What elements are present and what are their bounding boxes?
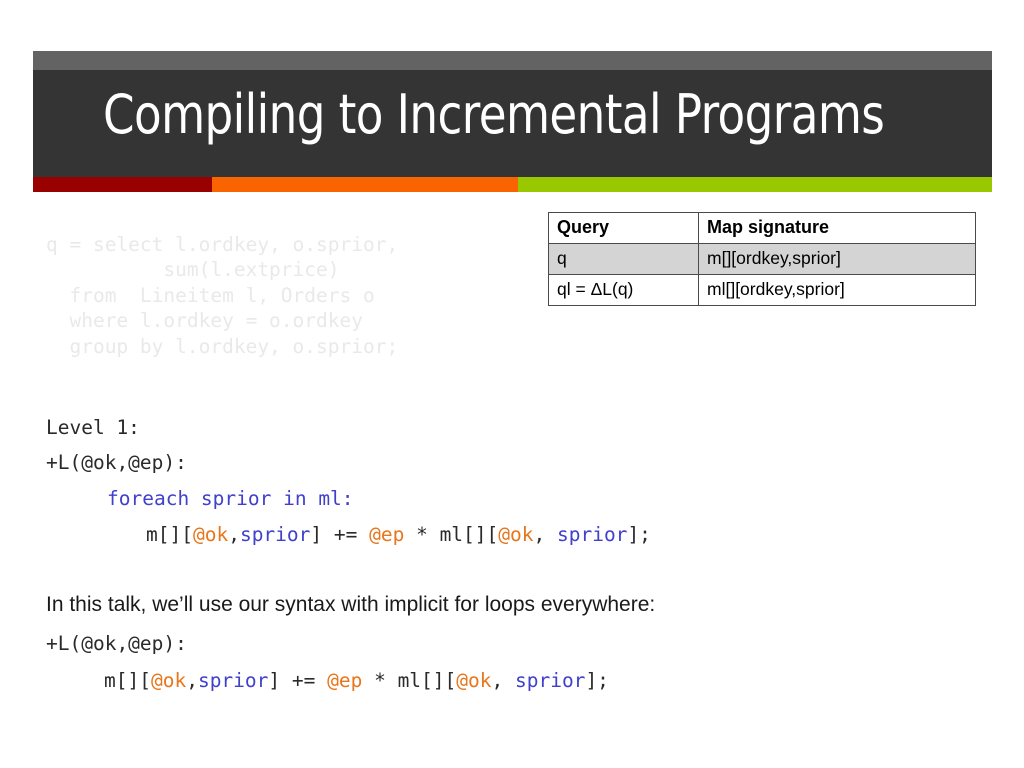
level-label: Level 1:: [46, 416, 140, 439]
table-cell-signature: ml[][ordkey,sprior]: [698, 274, 976, 306]
code-token-at-ep: @ep: [369, 523, 405, 546]
code-token: ,: [186, 669, 198, 692]
table-cell-signature: m[][ordkey,sprior]: [698, 243, 976, 275]
code-token: ] +=: [310, 523, 370, 546]
trigger-signature-explicit: +L(@ok,@ep):: [46, 451, 187, 474]
code-token-sprior: sprior: [197, 669, 269, 692]
foreach-statement: foreach sprior in ml:: [107, 489, 354, 509]
code-token: ];: [585, 669, 609, 692]
table-header-map-signature: Map signature: [698, 212, 976, 244]
foreach-statement-text: foreach sprior in ml:: [107, 487, 354, 510]
accent-bar-orange: [212, 177, 518, 192]
table-row: ql = ΔL(q) ml[][ordkey,sprior]: [548, 274, 976, 306]
code-token-at-ok: @ok: [150, 669, 187, 692]
table-header-query: Query: [548, 212, 699, 244]
sql-query-block: q = select l.ordkey, o.sprior, sum(l.ext…: [46, 232, 399, 358]
code-token: m[][: [104, 669, 151, 692]
code-token: ,: [491, 669, 515, 692]
page-title: Compiling to Incremental Programs: [103, 83, 885, 146]
code-token: ] +=: [268, 669, 328, 692]
banner-top-strip: [33, 51, 992, 70]
code-token: ,: [228, 523, 240, 546]
code-token-at-ok: @ok: [498, 523, 534, 546]
code-token: * ml[][: [362, 669, 457, 692]
code-token: ];: [627, 523, 651, 546]
intro-paragraph: In this talk, we’ll use our syntax with …: [46, 593, 656, 616]
table-cell-query: ql = ΔL(q): [548, 274, 699, 306]
code-token: ,: [533, 523, 557, 546]
code-token-at-ok: @ok: [456, 669, 492, 692]
trigger-signature-implicit: +L(@ok,@ep):: [46, 632, 187, 655]
code-token-sprior: sprior: [514, 669, 586, 692]
map-signature-table: Query Map signature q m[][ordkey,sprior]…: [548, 212, 976, 306]
code-token-at-ok: @ok: [192, 523, 229, 546]
accent-bar-green: [518, 177, 992, 192]
map-update-statement-explicit: m[][@ok,sprior] += @ep * ml[][@ok, sprio…: [146, 525, 651, 545]
table-header-row: Query Map signature: [548, 212, 976, 244]
table-row: q m[][ordkey,sprior]: [548, 243, 976, 275]
code-token-sprior: sprior: [239, 523, 311, 546]
code-token: * ml[][: [404, 523, 499, 546]
accent-bar-red: [33, 177, 212, 192]
code-token: m[][: [146, 523, 193, 546]
title-banner: Compiling to Incremental Programs: [33, 51, 992, 192]
code-token-sprior: sprior: [556, 523, 628, 546]
table-cell-query: q: [548, 243, 699, 275]
code-token-at-ep: @ep: [327, 669, 363, 692]
map-update-statement-implicit: m[][@ok,sprior] += @ep * ml[][@ok, sprio…: [104, 671, 609, 691]
